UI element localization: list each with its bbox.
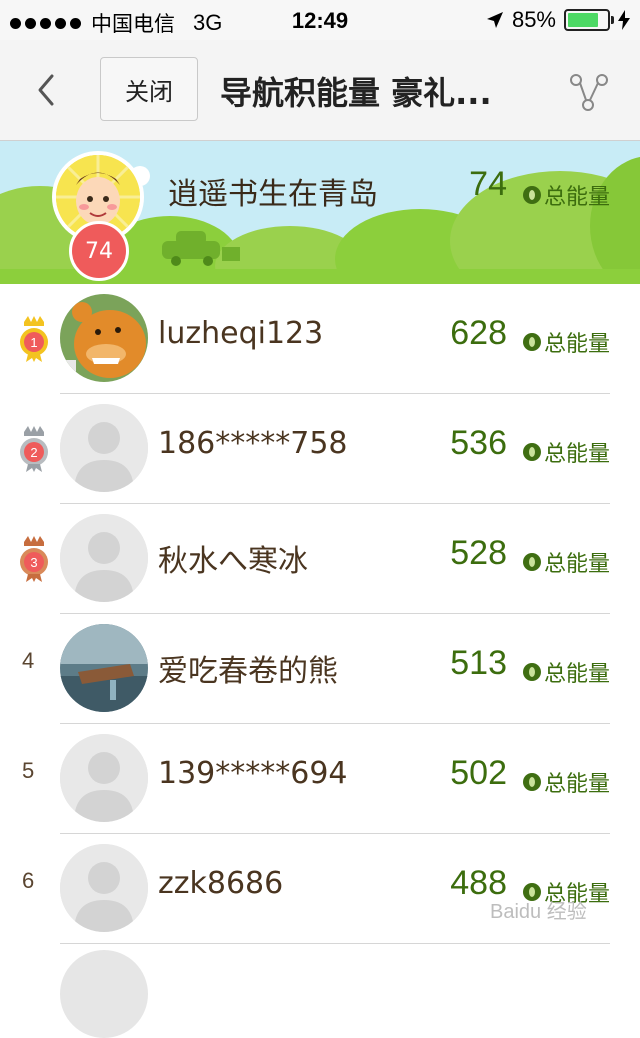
list-item[interactable]: 4 爱吃春卷的熊 513 总能量	[0, 614, 640, 724]
avatar	[60, 734, 148, 822]
energy-label: 总能量	[522, 179, 610, 211]
my-name: 逍遥书生在青岛	[168, 177, 378, 212]
user-score: 536	[450, 424, 507, 462]
rank-number: 4	[22, 648, 35, 673]
bronze-crown-medal-icon: 3	[20, 536, 48, 582]
user-score: 528	[450, 534, 507, 572]
energy-label-text: 总能量	[543, 442, 610, 467]
my-score: 74	[469, 165, 507, 203]
list-item[interactable]	[0, 944, 640, 1038]
watermark: Baidu 经验	[490, 901, 587, 923]
photo-avatar-icon	[60, 624, 148, 712]
avatar	[60, 950, 148, 1038]
list-item[interactable]: 5 139*****694 502 总能量	[0, 724, 640, 834]
share-icon[interactable]	[568, 70, 612, 114]
energy-label: 总能量	[522, 436, 610, 468]
avatar	[60, 844, 148, 932]
my-rank-banner[interactable]: 74 逍遥书生在青岛 74 总能量	[0, 141, 640, 284]
energy-label: 总能量	[522, 546, 610, 578]
energy-label-text: 总能量	[543, 552, 610, 577]
user-score: 628	[450, 314, 507, 352]
user-score: 513	[450, 644, 507, 682]
rank-number: 1	[30, 335, 37, 350]
energy-leaf-icon	[522, 443, 541, 461]
list-item[interactable]: 1 luzheqi123 628 总能量	[0, 284, 640, 394]
user-score: 502	[450, 754, 507, 792]
my-rank-badge: 74	[69, 221, 129, 281]
avatar	[60, 514, 148, 602]
rank-number: 5	[22, 758, 35, 783]
back-chevron-icon[interactable]	[28, 70, 68, 110]
energy-leaf-icon	[522, 773, 541, 791]
user-name: 秋水へ寒冰	[158, 544, 308, 579]
battery-icon	[564, 9, 614, 31]
charging-bolt-icon	[618, 10, 630, 30]
energy-leaf-icon	[522, 663, 541, 681]
energy-label: 总能量	[522, 766, 610, 798]
energy-leaf-icon	[522, 333, 541, 351]
user-name: luzheqi123	[158, 316, 324, 351]
user-name: 爱吃春卷的熊	[158, 654, 338, 689]
list-item[interactable]: 3 秋水へ寒冰 528 总能量	[0, 504, 640, 614]
energy-label-text: 总能量	[543, 772, 610, 797]
battery-percentage: 85%	[511, 7, 556, 32]
bear-avatar-icon	[60, 294, 148, 382]
list-item[interactable]: 2 186*****758 536 总能量	[0, 394, 640, 504]
rank-number: 2	[30, 445, 37, 460]
user-name: 186*****758	[158, 426, 348, 461]
avatar	[60, 624, 148, 712]
rank-number: 3	[30, 555, 37, 570]
default-user-icon	[60, 404, 148, 492]
default-user-icon	[60, 514, 148, 602]
energy-label: 总能量	[522, 326, 610, 358]
energy-leaf-icon	[522, 553, 541, 571]
default-user-icon	[60, 734, 148, 822]
energy-label-text: 总能量	[543, 185, 610, 210]
list-item[interactable]: 6 zzk8686 488 总能量	[0, 834, 640, 944]
close-button[interactable]: 关闭	[100, 57, 198, 121]
energy-label-text: 总能量	[543, 332, 610, 357]
nav-bar: 关闭 导航积能量 豪礼...	[0, 40, 640, 141]
avatar	[60, 294, 148, 382]
silver-crown-medal-icon: 2	[20, 426, 48, 472]
rank-number: 6	[22, 868, 35, 893]
energy-label-text: 总能量	[543, 662, 610, 687]
user-name: zzk8686	[158, 866, 284, 901]
energy-leaf-icon	[522, 186, 541, 204]
status-bar: 中国电信 3G 12:49 85%	[0, 0, 640, 40]
page-title: 导航积能量 豪礼...	[220, 74, 492, 112]
user-name: 139*****694	[158, 756, 348, 791]
gold-crown-medal-icon: 1	[20, 316, 48, 362]
leaderboard-list: 1 luzheqi123 628 总能量 2 186*****758 536 总…	[0, 284, 640, 1038]
energy-label: 总能量	[522, 656, 610, 688]
avatar	[60, 404, 148, 492]
location-arrow-icon	[486, 12, 503, 28]
default-user-icon	[60, 844, 148, 932]
